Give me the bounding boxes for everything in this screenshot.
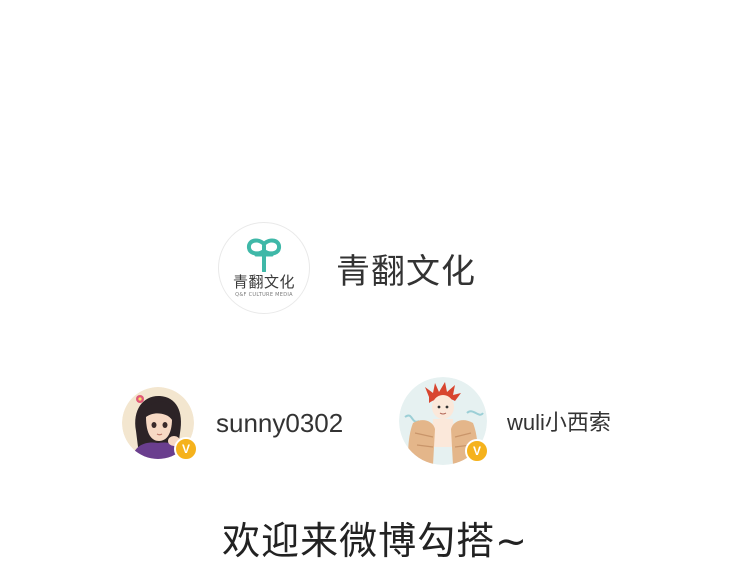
verified-badge-icon: V: [465, 439, 489, 463]
verified-badge-icon: V: [174, 437, 198, 461]
username[interactable]: wuli小西索: [507, 405, 611, 437]
username[interactable]: sunny0302: [216, 408, 343, 439]
logo-chinese-text: 青翻文化: [232, 273, 295, 291]
user-wuli-xiaoxisuo[interactable]: V wuli小西索: [399, 377, 611, 465]
brand-logo[interactable]: 青翻文化 Q&F CULTURE MEDIA: [218, 222, 310, 314]
avatar[interactable]: V: [122, 387, 198, 461]
user-sunny0302[interactable]: V sunny0302: [122, 387, 343, 461]
logo-english-text: Q&F CULTURE MEDIA: [235, 292, 293, 298]
welcome-message: 欢迎来微博勾搭~: [222, 519, 528, 563]
brand-row: 青翻文化 Q&F CULTURE MEDIA 青翻文化: [218, 222, 476, 314]
leaf-logo-icon: [246, 238, 282, 272]
avatar[interactable]: V: [399, 377, 489, 465]
brand-name: 青翻文化: [336, 251, 476, 292]
